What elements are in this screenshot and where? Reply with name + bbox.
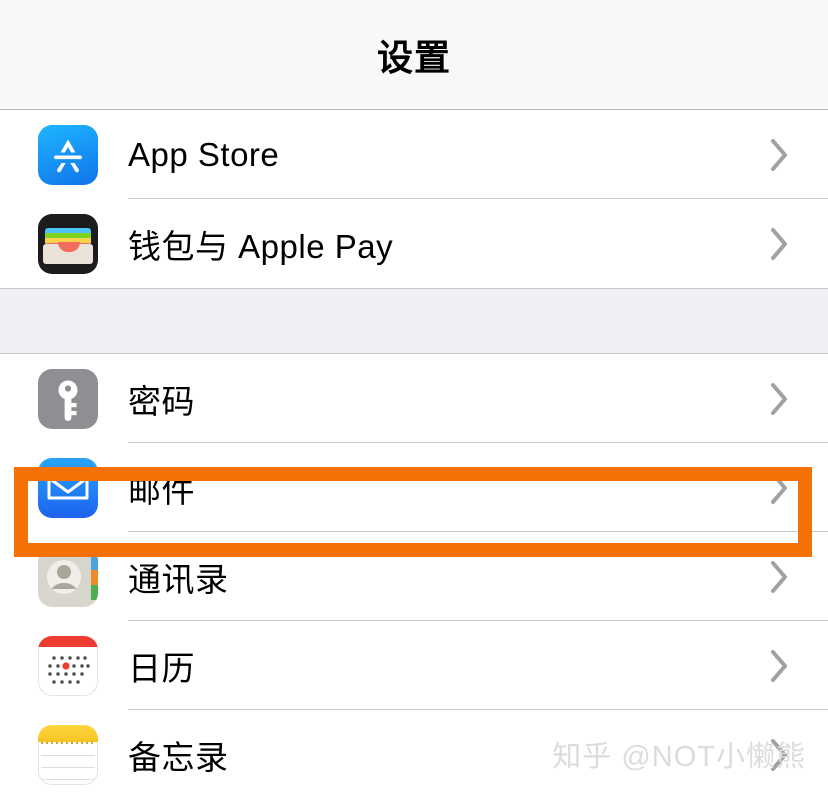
calendar-icon xyxy=(38,635,98,696)
contacts-icon xyxy=(38,546,98,607)
app-store-icon xyxy=(38,124,98,185)
key-icon xyxy=(38,368,98,429)
settings-row-label: 密码 xyxy=(128,382,195,420)
chevron-right-icon xyxy=(770,138,790,172)
settings-row-label: 备忘录 xyxy=(128,738,229,776)
settings-row-mail[interactable]: 邮件 xyxy=(0,443,828,532)
settings-row-label: App Store xyxy=(128,135,280,173)
settings-row-wallet-apple-pay[interactable]: 钱包与 Apple Pay xyxy=(0,199,828,288)
chevron-right-icon xyxy=(770,227,790,261)
page-title: 设置 xyxy=(376,36,451,78)
calendar-top-bar xyxy=(38,635,98,647)
notes-perforation xyxy=(41,741,95,744)
notes-icon xyxy=(38,724,98,785)
settings-row-label: 钱包与 Apple Pay xyxy=(128,227,394,265)
chevron-right-icon xyxy=(770,382,790,416)
watermark: 知乎 @NOT小懒熊 xyxy=(552,741,806,773)
settings-row-passwords[interactable]: 密码 xyxy=(0,354,828,443)
notes-top-bar xyxy=(38,724,98,742)
notes-rule-line xyxy=(41,766,95,768)
notes-rule-line xyxy=(41,778,95,780)
settings-row-contacts[interactable]: 通讯录 xyxy=(0,532,828,621)
chevron-right-icon xyxy=(770,471,790,505)
settings-row-label: 邮件 xyxy=(128,471,195,509)
mail-icon xyxy=(38,457,98,518)
chevron-right-icon xyxy=(770,560,790,594)
navigation-header: 设置 xyxy=(0,0,828,110)
settings-list[interactable]: App Store 钱包与 Apple Pay 密码 邮件 通讯录 日历 备忘录 xyxy=(0,110,828,799)
settings-row-calendar[interactable]: 日历 xyxy=(0,621,828,710)
contacts-tabs xyxy=(91,554,98,600)
notes-rule-line xyxy=(41,754,95,756)
chevron-right-icon xyxy=(770,649,790,683)
settings-row-label: 日历 xyxy=(128,649,195,687)
wallet-icon xyxy=(38,213,98,274)
settings-group-store: App Store 钱包与 Apple Pay xyxy=(0,110,828,288)
settings-row-label: 通讯录 xyxy=(128,560,229,598)
settings-row-app-store[interactable]: App Store xyxy=(0,110,828,199)
group-separator-gap xyxy=(0,288,828,354)
